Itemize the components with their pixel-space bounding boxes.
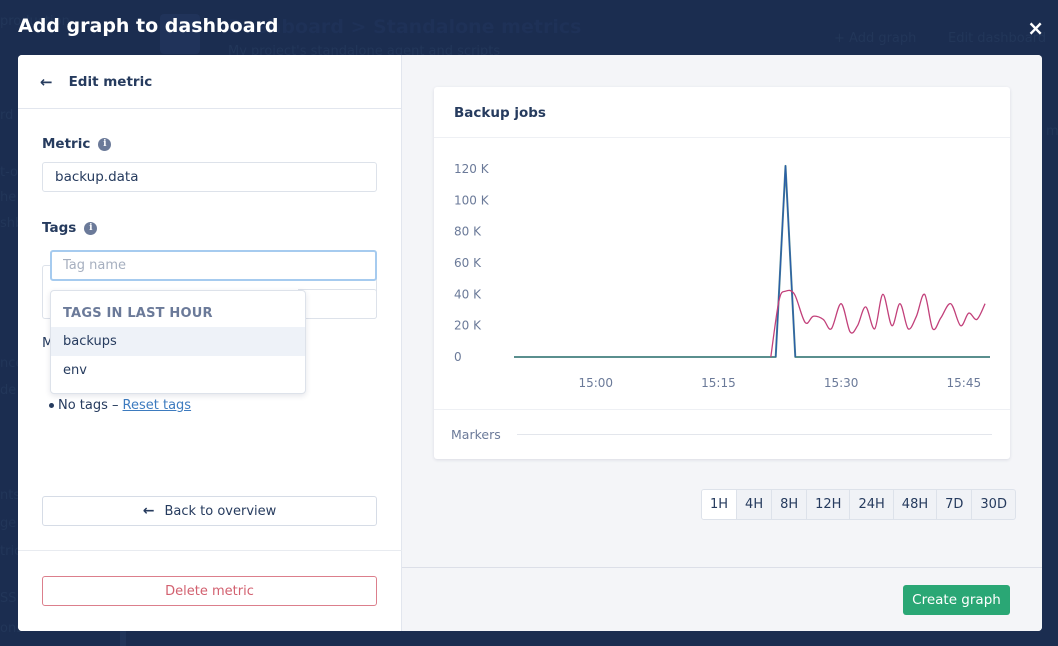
add-graph-modal: ← Edit metric Metric i Tags i M TAGS IN …	[18, 55, 1042, 631]
x-tick-label: 15:15	[701, 376, 736, 390]
graph-title: Backup jobs	[434, 87, 1010, 138]
no-tags-text: No tags –	[58, 398, 119, 413]
graph-card: Backup jobs 0 20 K 40 K 60 K 80 K 100 K 120 K 1…	[434, 87, 1010, 459]
tags-status: No tags – Reset tags	[49, 398, 191, 413]
range-button-48h[interactable]: 48H	[894, 490, 938, 519]
y-tick-label: 100 K	[454, 193, 490, 207]
tags-label: Tags i	[42, 220, 98, 236]
range-button-30d[interactable]: 30D	[972, 490, 1015, 519]
series-line-pink	[770, 289, 986, 358]
series-line-blue	[775, 165, 796, 358]
bg-right-fragment: m	[1046, 124, 1058, 139]
delete-metric-button[interactable]: Delete metric	[42, 576, 377, 606]
range-button-7d[interactable]: 7D	[937, 490, 973, 519]
time-range-selector: 1H 4H 8H 12H 24H 48H 7D 30D	[701, 489, 1016, 520]
markers-label: Markers	[451, 427, 501, 442]
range-button-4h[interactable]: 4H	[737, 490, 773, 519]
x-tick-label: 15:45	[947, 376, 982, 390]
back-arrow-icon[interactable]: ←	[40, 73, 53, 91]
bg-breadcrumb-separator: >	[350, 16, 367, 38]
y-tick-label: 0	[454, 350, 462, 364]
bg-sidebar-item: ge	[0, 516, 17, 531]
editor-header: ← Edit metric	[18, 55, 401, 109]
reset-tags-link[interactable]: Reset tags	[123, 398, 192, 413]
series-line-teal	[514, 164, 990, 358]
bg-sidebar-item: de	[0, 383, 17, 398]
arrow-left-icon: ←	[142, 503, 155, 519]
x-tick-label: 15:00	[578, 376, 613, 390]
bg-breadcrumb: Dashboard > Standalone metrics	[228, 16, 581, 38]
y-tick-label: 20 K	[454, 319, 482, 333]
close-icon[interactable]: ×	[1027, 18, 1044, 38]
tag-name-input[interactable]	[50, 250, 377, 281]
metric-input[interactable]	[42, 162, 377, 192]
create-graph-button[interactable]: Create graph	[903, 585, 1010, 615]
tag-suggestions-dropdown: TAGS IN LAST HOUR backups env	[50, 290, 306, 394]
graph-preview-pane: Backup jobs 0 20 K 40 K 60 K 80 K 100 K 120 K 1…	[402, 55, 1042, 631]
y-tick-label: 80 K	[454, 225, 482, 239]
editor-title: Edit metric	[68, 73, 153, 90]
bg-breadcrumb-current: Standalone metrics	[373, 16, 582, 38]
info-icon[interactable]: i	[84, 221, 98, 235]
markers-track	[516, 434, 992, 435]
footer-divider	[402, 567, 1042, 568]
bg-add-graph: + Add graph	[834, 31, 917, 46]
y-tick-label: 120 K	[454, 162, 490, 176]
range-button-8h[interactable]: 8H	[772, 490, 808, 519]
tags-secondary-field[interactable]	[298, 289, 377, 319]
bg-sidebar-item: rd	[0, 108, 14, 123]
info-icon[interactable]: i	[98, 137, 112, 151]
line-chart: 0 20 K 40 K 60 K 80 K 100 K 120 K 15:00 15:15 15:…	[454, 162, 990, 390]
dropdown-item-env[interactable]: env	[51, 356, 305, 385]
back-to-overview-button[interactable]: ← Back to overview	[42, 496, 377, 526]
modal-title: Add graph to dashboard	[18, 15, 279, 37]
y-tick-label: 60 K	[454, 256, 482, 270]
range-button-1h[interactable]: 1H	[702, 490, 738, 519]
metric-editor-pane: ← Edit metric Metric i Tags i M TAGS IN …	[18, 55, 402, 631]
divider	[18, 550, 402, 551]
dropdown-header: TAGS IN LAST HOUR	[63, 306, 213, 321]
markers-row: Markers	[434, 409, 1010, 459]
x-tick-label: 15:30	[824, 376, 859, 390]
range-button-12h[interactable]: 12H	[807, 490, 851, 519]
tags-label-text: Tags	[42, 220, 77, 236]
y-tick-label: 40 K	[454, 287, 482, 301]
back-to-overview-label: Back to overview	[164, 503, 277, 519]
range-button-24h[interactable]: 24H	[850, 490, 894, 519]
bullet-icon	[49, 403, 54, 408]
dropdown-item-backups[interactable]: backups	[51, 327, 305, 356]
metric-label-text: Metric	[42, 136, 91, 152]
bg-sidebar-item: SS	[0, 591, 17, 606]
metric-label: Metric i	[42, 136, 112, 152]
